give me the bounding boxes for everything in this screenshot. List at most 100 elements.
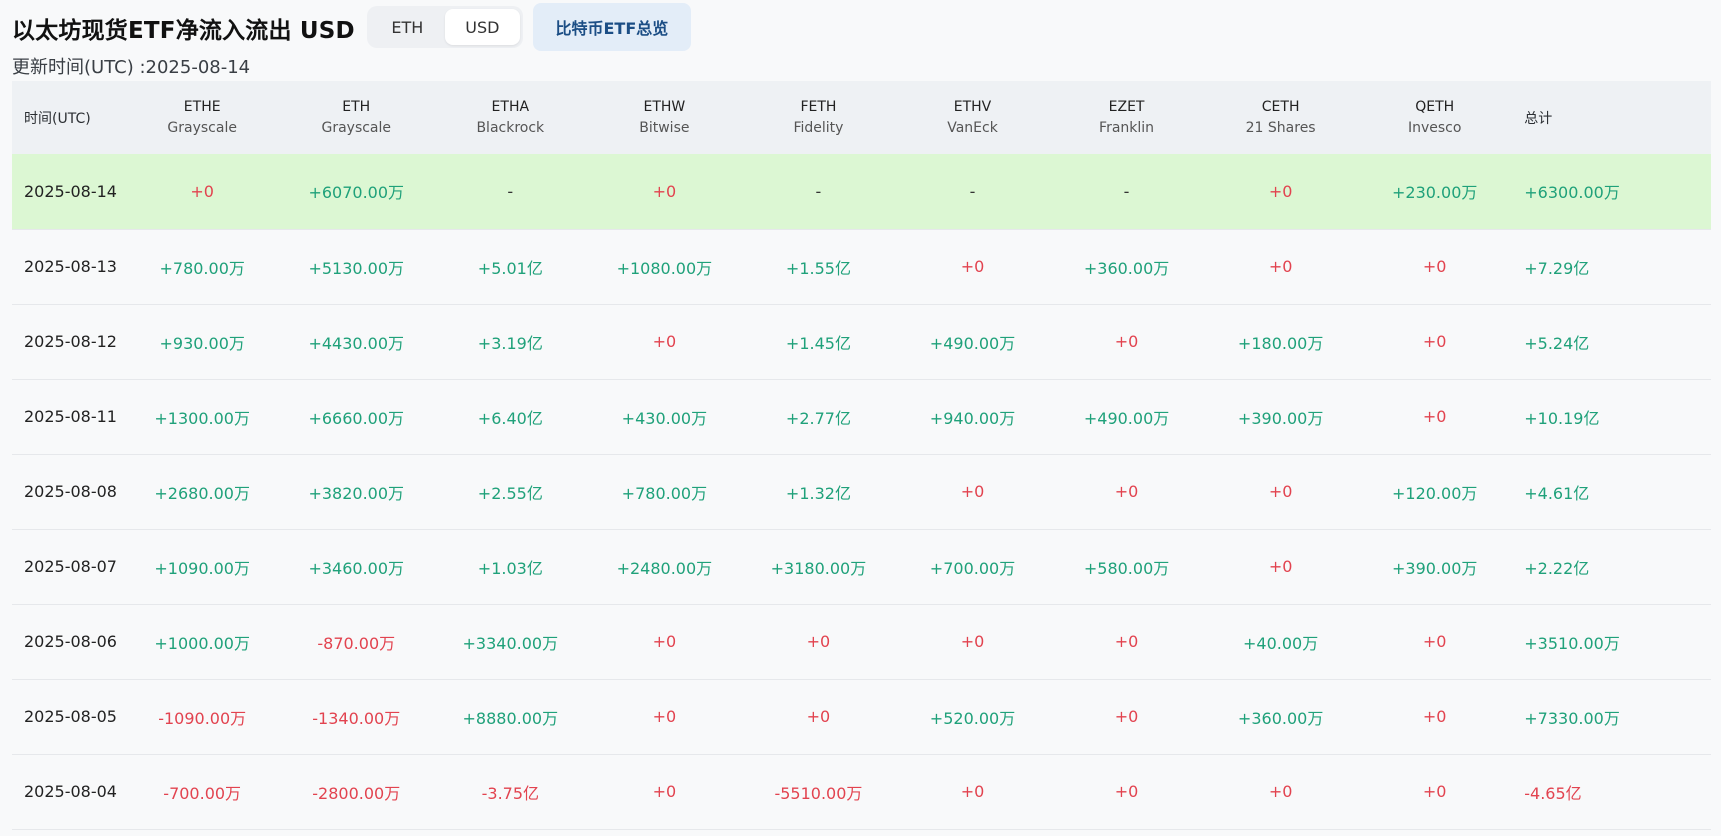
cell-ethw: +1080.00万 (616, 258, 713, 278)
cell-ethw: +430.00万 (621, 408, 708, 428)
cell-ezet: +0 (1114, 707, 1139, 726)
cell-etha: - (507, 181, 514, 201)
cell-ethv: +0 (960, 257, 985, 276)
column-header-feth: FETH Fidelity (740, 81, 896, 154)
cell-feth: +0 (806, 707, 831, 726)
cell-ceth: +0 (1268, 181, 1293, 201)
cell-date: 2025-08-07 (24, 557, 117, 576)
table-row: 2025-08-07 +1090.00万 +3460.00万 +1.03亿 +2480.… (12, 529, 1711, 604)
cell-total: +6300.00万 (1524, 183, 1620, 203)
column-header-ceth: CETH 21 Shares (1204, 81, 1358, 154)
column-header-qeth: QETH Invesco (1357, 81, 1513, 154)
cell-ethv: +0 (960, 482, 985, 501)
column-header-ethw: ETHW Bitwise (587, 81, 741, 154)
cell-ezet: +0 (1114, 632, 1139, 651)
table-row: 2025-08-06 +1000.00万 -870.00万 +3340.00万 +0 +0… (12, 604, 1711, 679)
cell-ceth: +360.00万 (1237, 708, 1324, 728)
update-time: 更新时间(UTC) :2025-08-14 (12, 57, 251, 78)
cell-qeth: +0 (1422, 782, 1447, 801)
cell-date: 2025-08-14 (24, 181, 117, 201)
cell-qeth: +230.00万 (1391, 183, 1478, 203)
page-header: 以太坊现货ETF净流入流出 USD ETH USD 比特币ETF总览 (12, 0, 691, 52)
toggle-usd[interactable]: USD (444, 9, 520, 45)
cell-ethe: +1090.00万 (154, 558, 250, 578)
cell-total: +5.24亿 (1524, 333, 1590, 353)
btc-etf-overview-button[interactable]: 比特币ETF总览 (532, 2, 691, 51)
table-row: 2025-08-13 +780.00万 +5130.00万 +5.01亿 +1080.0… (12, 229, 1711, 304)
cell-ethv: +0 (960, 632, 985, 651)
cell-eth: +3820.00万 (308, 483, 405, 503)
cell-ethe: -700.00万 (163, 783, 242, 803)
column-header-total: 总计 (1512, 81, 1711, 154)
cell-date: 2025-08-04 (24, 782, 117, 801)
cell-feth: +1.55亿 (785, 258, 851, 278)
table-header-row: 时间(UTC) ETHE Grayscale ETH Grayscale ETHA B… (12, 81, 1711, 154)
cell-ethw: +780.00万 (621, 483, 708, 503)
cell-ceth: +0 (1268, 482, 1293, 501)
cell-ceth: +390.00万 (1237, 408, 1324, 428)
cell-eth: +6660.00万 (308, 408, 405, 428)
cell-etha: -3.75亿 (481, 783, 540, 803)
cell-feth: -5510.00万 (774, 783, 863, 803)
table-row: 2025-08-11 +1300.00万 +6660.00万 +6.40亿 +430.0… (12, 379, 1711, 454)
cell-etha: +8880.00万 (462, 708, 559, 728)
cell-total: +10.19亿 (1524, 408, 1600, 428)
table-row: 2025-08-14 +0 +6070.00万 - +0 - - - +0 +230.00万 +63… (12, 154, 1711, 229)
table-row: 2025-08-04 -700.00万 -2800.00万 -3.75亿 +0 -5510… (12, 754, 1711, 829)
table-row: 2025-08-12 +930.00万 +4430.00万 +3.19亿 +0 +1.45… (12, 304, 1711, 379)
cell-qeth: +0 (1422, 707, 1447, 726)
unit-toggle: ETH USD (366, 6, 523, 48)
cell-etha: +1.03亿 (477, 558, 543, 578)
cell-ceth: +40.00万 (1243, 633, 1319, 653)
cell-date: 2025-08-05 (24, 707, 117, 726)
column-header-eth: ETH Grayscale (279, 81, 433, 154)
cell-ethw: +0 (652, 707, 677, 726)
cell-date: 2025-08-12 (24, 332, 117, 351)
cell-ezet: +0 (1114, 782, 1139, 801)
cell-ethw: +2480.00万 (616, 558, 713, 578)
column-header-ethe: ETHE Grayscale (124, 81, 280, 154)
column-header-ezet: EZET Franklin (1049, 81, 1205, 154)
cell-qeth: +0 (1422, 407, 1447, 426)
cell-qeth: +390.00万 (1391, 558, 1478, 578)
cell-qeth: +0 (1422, 632, 1447, 651)
cell-qeth: +0 (1422, 332, 1447, 351)
table-row: 2025-08-08 +2680.00万 +3820.00万 +2.55亿 +780.0… (12, 454, 1711, 529)
cell-ceth: +0 (1268, 782, 1293, 801)
cell-ethe: +780.00万 (159, 258, 245, 278)
cell-total: +4.61亿 (1524, 483, 1590, 503)
cell-eth: -870.00万 (317, 633, 396, 653)
cell-date: 2025-08-08 (24, 482, 117, 501)
cell-total: +7.29亿 (1524, 258, 1590, 278)
cell-feth: +0 (806, 632, 831, 651)
cell-ezet: +490.00万 (1083, 408, 1170, 428)
cell-ethe: +930.00万 (159, 333, 245, 353)
cell-etha: +6.40亿 (477, 408, 543, 428)
cell-ethw: +0 (652, 332, 677, 351)
column-header-ethv: ETHV VanEck (896, 81, 1049, 154)
cell-ezet: - (1123, 181, 1130, 201)
cell-ezet: +360.00万 (1083, 258, 1170, 278)
etf-flow-table: 时间(UTC) ETHE Grayscale ETH Grayscale ETHA B… (12, 81, 1711, 830)
cell-ethe: -1090.00万 (158, 708, 247, 728)
cell-ethe: +0 (190, 181, 214, 201)
cell-ezet: +580.00万 (1083, 558, 1170, 578)
cell-date: 2025-08-13 (24, 257, 117, 276)
cell-total: +7330.00万 (1524, 708, 1620, 728)
cell-qeth: +120.00万 (1391, 483, 1478, 503)
cell-etha: +5.01亿 (477, 258, 543, 278)
toggle-eth[interactable]: ETH (370, 9, 445, 45)
cell-ceth: +180.00万 (1237, 333, 1324, 353)
cell-ethv: +940.00万 (929, 408, 1016, 428)
table-row: 2025-08-05 -1090.00万 -1340.00万 +8880.00万 +0 +… (12, 679, 1711, 754)
column-header-etha: ETHA Blackrock (432, 81, 588, 154)
cell-date: 2025-08-11 (24, 407, 117, 426)
cell-total: +3510.00万 (1524, 633, 1620, 653)
cell-ethe: +1000.00万 (154, 633, 250, 653)
cell-ethv: +490.00万 (929, 333, 1016, 353)
cell-ezet: +0 (1114, 332, 1139, 351)
cell-etha: +3.19亿 (477, 333, 543, 353)
cell-feth: +1.32亿 (785, 483, 851, 503)
cell-ethw: +0 (652, 632, 677, 651)
cell-eth: +3460.00万 (308, 558, 405, 578)
